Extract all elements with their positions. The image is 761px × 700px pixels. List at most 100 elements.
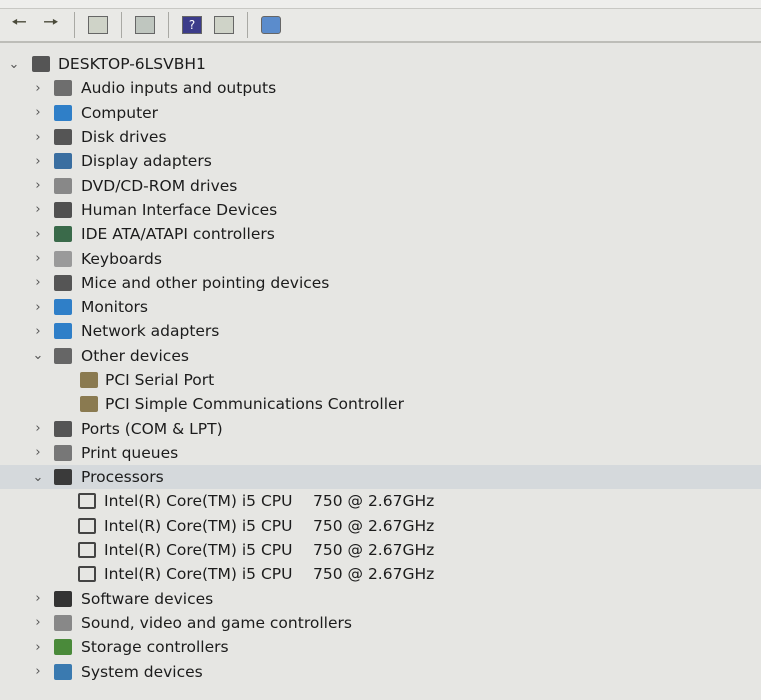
chevron-right-icon[interactable]: › bbox=[31, 445, 45, 460]
tree-item[interactable]: › System devices bbox=[0, 659, 761, 683]
category-label: Other devices bbox=[81, 346, 189, 365]
tree-item[interactable]: › IDE ATA/ATAPI controllers bbox=[0, 222, 761, 246]
tree-item[interactable]: › Audio inputs and outputs bbox=[0, 76, 761, 100]
category-label: Audio inputs and outputs bbox=[81, 79, 277, 98]
processor-icon bbox=[78, 517, 96, 534]
processor-name: Intel(R) Core(TM) i5 CPU bbox=[104, 492, 293, 511]
chevron-right-icon[interactable]: › bbox=[31, 154, 45, 169]
warning-device-icon bbox=[80, 372, 98, 388]
warning-device-icon bbox=[80, 396, 98, 413]
scan-hardware-icon[interactable] bbox=[258, 13, 284, 37]
chevron-down-icon[interactable]: ⌄ bbox=[31, 348, 45, 363]
root-label: DESKTOP-6LSVBH1 bbox=[58, 55, 206, 74]
chevron-right-icon[interactable]: › bbox=[31, 81, 45, 96]
show-hide-pane-icon[interactable] bbox=[211, 13, 237, 37]
tree-item[interactable]: › Mice and other pointing devices bbox=[0, 271, 761, 295]
tree-item[interactable]: Intel(R) Core(TM) i5 CPU 750 @ 2.67GHz bbox=[0, 562, 761, 586]
tree-item[interactable]: › Network adapters bbox=[0, 319, 761, 343]
keyboard-icon bbox=[54, 250, 72, 267]
tree-item[interactable]: › Human Interface Devices bbox=[0, 198, 761, 222]
category-label: Keyboards bbox=[81, 249, 162, 268]
chevron-right-icon[interactable]: › bbox=[31, 178, 45, 193]
processor-icon bbox=[78, 566, 96, 583]
tree-item[interactable]: › Storage controllers bbox=[0, 635, 761, 659]
device-label: PCI Simple Communications Controller bbox=[105, 395, 404, 414]
other-devices-icon bbox=[54, 347, 72, 364]
chevron-right-icon[interactable]: › bbox=[31, 615, 45, 630]
tree-item[interactable]: Intel(R) Core(TM) i5 CPU 750 @ 2.67GHz bbox=[0, 489, 761, 513]
tree-item[interactable]: ⌄ DESKTOP-6LSVBH1 bbox=[0, 52, 761, 76]
category-label: Display adapters bbox=[81, 152, 212, 171]
printer-icon bbox=[54, 444, 72, 461]
speaker-icon bbox=[54, 80, 72, 97]
disk-icon bbox=[54, 129, 72, 146]
mouse-icon bbox=[54, 274, 72, 291]
properties-window-icon[interactable] bbox=[85, 13, 111, 37]
tree-item[interactable]: › Disk drives bbox=[0, 125, 761, 149]
chevron-right-icon[interactable]: › bbox=[31, 300, 45, 315]
tree-item[interactable]: ⌄ Processors bbox=[0, 465, 761, 490]
processor-frequency: 750 @ 2.67GHz bbox=[313, 565, 435, 584]
chevron-right-icon[interactable]: › bbox=[31, 251, 45, 266]
category-label: Disk drives bbox=[81, 128, 167, 147]
category-label: Software devices bbox=[81, 589, 214, 608]
device-label: PCI Serial Port bbox=[105, 371, 215, 389]
tree-item[interactable]: › Monitors bbox=[0, 295, 761, 319]
ide-icon bbox=[54, 226, 72, 243]
chevron-right-icon[interactable]: › bbox=[31, 324, 45, 339]
toolbar-separator bbox=[168, 12, 169, 38]
category-label: Human Interface Devices bbox=[81, 200, 278, 219]
chevron-right-icon[interactable]: › bbox=[31, 202, 45, 217]
category-label: Network adapters bbox=[81, 322, 220, 341]
category-label: Storage controllers bbox=[81, 638, 229, 657]
category-label: Sound, video and game controllers bbox=[81, 613, 352, 632]
hid-icon bbox=[54, 201, 72, 218]
toolbar: 🠔 🠖 ? bbox=[0, 9, 761, 43]
menu-bar bbox=[0, 0, 761, 9]
tree-item[interactable]: › Software devices bbox=[0, 587, 761, 611]
processor-icon bbox=[78, 542, 96, 559]
chevron-right-icon[interactable]: › bbox=[31, 105, 45, 120]
device-tree: ⌄ DESKTOP-6LSVBH1 › Audio inputs and output… bbox=[0, 52, 761, 684]
software-device-icon bbox=[54, 590, 72, 607]
storage-icon bbox=[54, 639, 72, 656]
processor-name: Intel(R) Core(TM) i5 CPU bbox=[104, 565, 293, 584]
chevron-right-icon[interactable]: › bbox=[31, 664, 45, 679]
tree-item[interactable]: ⌄ Other devices bbox=[0, 344, 761, 368]
category-label: Print queues bbox=[81, 443, 179, 462]
monitor-icon bbox=[54, 299, 72, 316]
tree-item[interactable]: › Computer bbox=[0, 101, 761, 125]
category-label: Ports (COM & LPT) bbox=[81, 419, 223, 438]
chevron-right-icon[interactable]: › bbox=[31, 640, 45, 655]
back-arrow-icon[interactable]: 🠔 bbox=[6, 12, 32, 37]
toolbar-separator bbox=[74, 12, 75, 38]
tree-item[interactable]: › Keyboards bbox=[0, 246, 761, 270]
tree-item[interactable]: Intel(R) Core(TM) i5 CPU 750 @ 2.67GHz bbox=[0, 514, 761, 538]
tree-item[interactable]: › Sound, video and game controllers bbox=[0, 611, 761, 635]
category-label: Mice and other pointing devices bbox=[81, 273, 330, 292]
computer-root-icon bbox=[32, 56, 50, 73]
system-devices-icon bbox=[54, 663, 72, 680]
tree-item[interactable]: PCI Simple Communications Controller bbox=[0, 392, 761, 416]
tree-item[interactable]: PCI Serial Port bbox=[0, 368, 761, 392]
tree-item[interactable]: › Ports (COM & LPT) bbox=[0, 416, 761, 440]
chevron-down-icon[interactable]: ⌄ bbox=[7, 57, 21, 72]
chevron-down-icon[interactable]: ⌄ bbox=[31, 470, 45, 485]
toolbar-separator bbox=[121, 12, 122, 38]
tree-item[interactable]: › Display adapters bbox=[0, 149, 761, 173]
chevron-right-icon[interactable]: › bbox=[31, 275, 45, 290]
sound-icon bbox=[54, 614, 72, 631]
help-icon[interactable]: ? bbox=[179, 13, 205, 37]
forward-arrow-icon[interactable]: 🠖 bbox=[38, 12, 64, 37]
processor-frequency: 750 @ 2.67GHz bbox=[313, 541, 435, 560]
chevron-right-icon[interactable]: › bbox=[31, 421, 45, 436]
tree-item[interactable]: Intel(R) Core(TM) i5 CPU 750 @ 2.67GHz bbox=[0, 538, 761, 562]
chevron-right-icon[interactable]: › bbox=[31, 130, 45, 145]
processor-name: Intel(R) Core(TM) i5 CPU bbox=[104, 541, 293, 560]
print-icon[interactable] bbox=[132, 13, 158, 37]
chevron-right-icon[interactable]: › bbox=[31, 591, 45, 606]
tree-item[interactable]: › DVD/CD-ROM drives bbox=[0, 173, 761, 197]
processor-frequency: 750 @ 2.67GHz bbox=[313, 516, 435, 535]
tree-item[interactable]: › Print queues bbox=[0, 441, 761, 465]
chevron-right-icon[interactable]: › bbox=[31, 227, 45, 242]
